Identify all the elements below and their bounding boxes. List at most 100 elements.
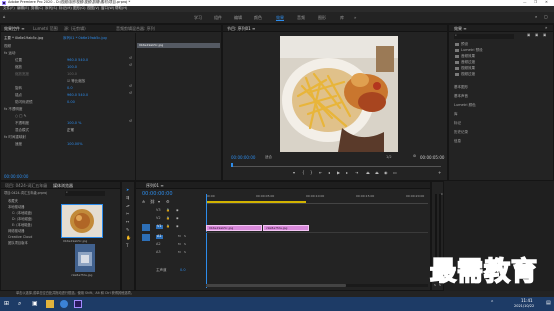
ec-blend-value[interactable]: 正常 — [67, 128, 74, 133]
playhead-marker[interactable] — [231, 163, 233, 167]
notification-icon[interactable]: ▤ — [546, 301, 551, 306]
ec-speed-value[interactable]: 100.00% — [67, 142, 83, 146]
tree-item[interactable]: Creative Cloud — [8, 235, 32, 239]
menu-view[interactable]: 视图(V) — [87, 6, 99, 11]
solo-button[interactable]: S — [184, 235, 186, 238]
program-quality-select[interactable]: 1/2 — [386, 155, 392, 160]
solo-button[interactable]: S — [184, 251, 186, 254]
timeline-ruler[interactable]: 00:00 00:00:05:00 00:00:10:00 00:00:15:0… — [206, 194, 428, 204]
wrench-icon[interactable]: ⚙ — [413, 154, 416, 159]
effects-item[interactable]: Lumetri 预设 — [461, 48, 483, 53]
timeline-clip[interactable]: 0b6e19ab5c.jpg — [206, 225, 262, 231]
section-essential-sound[interactable]: 基本声音 — [454, 94, 468, 99]
accelerated-icon[interactable]: ▣ — [527, 33, 530, 38]
section-markers[interactable]: 标记 — [454, 121, 461, 126]
track-label[interactable]: A1 — [156, 234, 163, 239]
reset-icon[interactable]: ↺ — [129, 84, 132, 89]
program-timecode-left[interactable]: 00:00:00:00 — [231, 156, 255, 160]
mute-button[interactable]: M — [178, 235, 181, 238]
program-scrubber[interactable] — [231, 163, 441, 167]
workspace-more[interactable]: » — [354, 16, 356, 20]
workspace-libraries[interactable]: 库 — [340, 16, 344, 20]
reset-icon[interactable]: ↺ — [129, 119, 132, 124]
slip-icon[interactable]: ↔ — [126, 220, 129, 224]
export-frame-icon[interactable]: ◉ — [384, 171, 388, 175]
track-select-icon[interactable]: ⇶ — [126, 196, 129, 200]
browser-app-icon[interactable] — [60, 300, 68, 308]
explorer-app-icon[interactable] — [46, 300, 54, 308]
effects-search[interactable]: ⌕ — [454, 33, 514, 39]
menu-clip[interactable]: 剪辑(C) — [31, 6, 43, 11]
menu-help[interactable]: 帮助(H) — [115, 6, 127, 11]
tree-item[interactable]: E: (本地磁盘) — [12, 223, 32, 227]
tree-item[interactable]: D: (本地磁盘) — [12, 217, 32, 221]
section-essential-graphics[interactable]: 基本图形 — [454, 85, 468, 90]
lock-icon[interactable]: 🔒 — [166, 209, 170, 212]
go-to-out-icon[interactable]: ⇥ — [355, 171, 358, 175]
tab-effects[interactable]: 效果 ≡ — [454, 26, 467, 32]
type-icon[interactable]: T — [126, 244, 128, 248]
menu-edit[interactable]: 编辑(E) — [17, 6, 29, 11]
section-libraries[interactable]: 库 — [454, 112, 458, 117]
add-marker-icon[interactable]: ▾ — [158, 200, 160, 204]
section-history[interactable]: 历史记录 — [454, 130, 468, 135]
premiere-app-icon[interactable] — [74, 300, 82, 308]
ec-uniform-scale-checkbox[interactable]: ☑ 等比缩放 — [67, 79, 85, 84]
timeline-timecode[interactable]: 00:00:00:00 — [142, 192, 173, 197]
tab-sequence[interactable]: 序列01 ≡ — [146, 183, 164, 189]
workspace-effects[interactable]: 效果 — [276, 16, 284, 20]
tab-media-browser[interactable]: 媒体浏览器 — [53, 183, 73, 189]
program-fit-select[interactable]: 适合 — [265, 155, 272, 160]
timeline-scrollbar[interactable] — [206, 284, 428, 287]
menu-sequence[interactable]: 序列(S) — [45, 6, 57, 11]
effects-item[interactable]: 音频过渡 — [461, 60, 475, 65]
workspace-color[interactable]: 颜色 — [254, 16, 262, 20]
razor-icon[interactable]: ✂ — [126, 212, 129, 216]
tree-item[interactable]: 团队项目版本 — [8, 241, 28, 245]
ec-position-value[interactable]: 960.0 540.0 — [67, 58, 88, 62]
eye-icon[interactable]: ◉ — [176, 209, 179, 212]
timeline-clip[interactable]: c9e8a7f2a.jpg — [263, 225, 309, 231]
eye-icon[interactable]: ◉ — [176, 225, 179, 228]
step-forward-icon[interactable]: ▸ — [346, 171, 348, 175]
sequence-selector[interactable]: 序列01 * 0b6e19ab5c.jpg — [63, 36, 107, 41]
tab-source[interactable]: 源: (无剪辑) — [64, 26, 86, 32]
wrench-icon[interactable]: ⚙ — [166, 200, 170, 204]
add-button-icon[interactable]: + — [438, 171, 441, 175]
reset-icon[interactable]: ↺ — [129, 63, 132, 68]
eye-icon[interactable]: ◉ — [176, 217, 179, 220]
media-thumbnail[interactable] — [61, 204, 103, 238]
snap-icon[interactable]: ⋔ — [142, 200, 145, 204]
tab-audio-mixer[interactable]: 音频剪辑混合器: 序列 — [116, 26, 155, 32]
work-area-bar[interactable] — [206, 201, 306, 203]
ec-row-opacity[interactable]: fx 不透明度 — [4, 107, 22, 112]
ec-anchor-value[interactable]: 960.0 540.0 — [67, 93, 88, 97]
tree-item[interactable]: 网络驱动器 — [8, 229, 24, 233]
lift-icon[interactable]: ⏏ — [366, 171, 370, 175]
ec-rotation-value[interactable]: 0.0 — [67, 86, 73, 90]
mark-in-icon[interactable]: { — [302, 171, 305, 175]
project-search-input[interactable]: ⌕ — [65, 190, 105, 196]
home-icon[interactable]: ⌂ — [3, 15, 6, 19]
lock-icon[interactable]: 🔒 — [166, 225, 170, 228]
lock-icon[interactable]: 🔒 — [166, 217, 170, 220]
track-label[interactable]: A2 — [156, 242, 161, 247]
media-thumbnail[interactable] — [75, 244, 95, 272]
clip-selector[interactable]: 主要 * 0b6e19ab5c.jpg — [4, 36, 43, 41]
section-info[interactable]: 信息 — [454, 139, 461, 144]
extract-icon[interactable]: ⏏ — [375, 171, 379, 175]
workspace-audio[interactable]: 音频 — [297, 16, 305, 20]
scrollbar-thumb[interactable] — [206, 284, 346, 287]
workspace-graphics[interactable]: 图形 — [318, 16, 326, 20]
search-icon[interactable]: ⌕ — [535, 15, 537, 19]
compare-icon[interactable]: ▭ — [393, 171, 397, 175]
effects-item[interactable]: 视频过渡 — [461, 72, 475, 77]
linked-icon[interactable]: ⛓ — [150, 200, 155, 204]
menu-expand-icon[interactable]: » — [545, 26, 547, 30]
workspace-assembly[interactable]: 组件 — [214, 16, 222, 20]
tab-effect-controls[interactable]: 效果控件 ≡ — [4, 26, 25, 32]
message-icon[interactable]: ▢ — [544, 15, 548, 19]
reset-icon[interactable]: ↺ — [129, 56, 132, 61]
hand-icon[interactable]: ✋ — [126, 236, 131, 240]
menu-marker[interactable]: 标记(M) — [59, 6, 72, 11]
